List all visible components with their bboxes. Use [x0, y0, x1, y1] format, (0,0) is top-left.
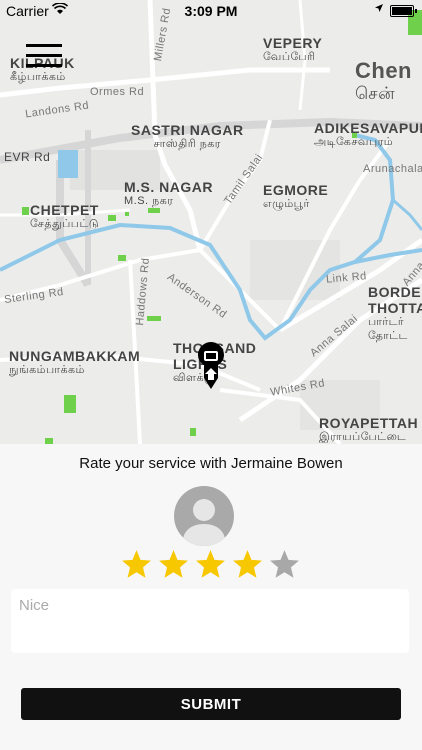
- rating-panel: Rate your service with Jermaine Bowen SU…: [0, 444, 422, 750]
- map-label-sastri-nagar: SASTRI NAGAR சாஸ்திரி நகர: [131, 122, 244, 150]
- map-label-nungambakkam: NUNGAMBAKKAM நுங்கம்பாக்கம்: [9, 348, 141, 376]
- map-label-ormes-rd: Ormes Rd: [90, 86, 145, 98]
- person-icon: [182, 499, 226, 546]
- driver-avatar: [174, 486, 234, 546]
- comment-input[interactable]: [11, 589, 409, 653]
- map-label-vepery: VEPERY வேப்பேரி: [263, 35, 323, 63]
- map-label-arunachala: Arunachala: [363, 163, 422, 175]
- map-label-royapettah: ROYAPETTAH இராயப்பேட்டை: [319, 415, 419, 443]
- map-label-adikesavapuram: ADIKESAVAPURAஅடிகேசவபுரம்: [314, 120, 422, 148]
- map-label-evr-rd: EVR Rd: [4, 150, 51, 164]
- hamburger-icon-bar: [26, 54, 62, 57]
- hamburger-icon-bar: [26, 44, 62, 47]
- star-filled-icon[interactable]: [231, 548, 264, 581]
- map-label-ms-nagar: M.S. NAGAR M.S. நகர: [124, 179, 213, 207]
- rating-title: Rate your service with Jermaine Bowen: [79, 455, 343, 472]
- map-label-chennai: Chen சென்: [355, 58, 412, 103]
- star-filled-icon[interactable]: [157, 548, 190, 581]
- star-filled-icon[interactable]: [194, 548, 227, 581]
- menu-button[interactable]: [26, 44, 62, 70]
- location-marker-icon[interactable]: [198, 342, 224, 390]
- map-view[interactable]: KILPAUK கீழ்பாக்கம் VEPERY வேப்பேரி Chen செ…: [0, 0, 422, 444]
- map-label-border-thotta: BORDE THOTTA பார்டர் தோட்ட: [368, 284, 422, 342]
- hamburger-icon-bar: [26, 64, 62, 67]
- battery-icon: [390, 5, 417, 17]
- map-label-chetpet: CHETPET சேத்துப்பட்டு: [30, 202, 100, 230]
- map-label-egmore: EGMORE எழும்பூர்: [263, 182, 329, 210]
- star-filled-icon[interactable]: [120, 548, 153, 581]
- location-arrow-icon: [374, 3, 384, 16]
- clock: 3:09 PM: [184, 3, 238, 19]
- star-rating[interactable]: [120, 548, 300, 582]
- submit-button[interactable]: SUBMIT: [21, 688, 401, 720]
- star-empty-icon[interactable]: [268, 548, 301, 581]
- status-bar: Carrier 3:09 PM: [0, 0, 422, 22]
